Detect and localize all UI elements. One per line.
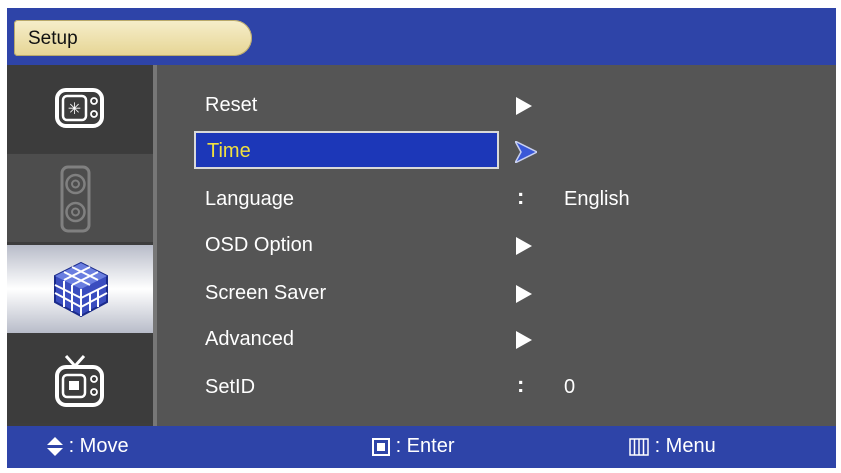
menu-item-reset[interactable]: Reset — [205, 94, 257, 117]
menu-hint-text: : Menu — [654, 435, 716, 457]
sidebar-item-tv[interactable] — [7, 335, 153, 423]
enter-hint: : Enter — [372, 435, 454, 458]
arrow-right-icon — [516, 97, 532, 115]
svg-text:✳: ✳ — [68, 99, 81, 118]
sidebar-item-picture[interactable]: ✳ — [7, 65, 153, 153]
colon-separator: : — [517, 184, 525, 209]
tv-icon — [55, 354, 104, 407]
menu-item-screen-saver[interactable]: Screen Saver — [205, 282, 326, 305]
up-down-arrow-icon — [47, 436, 63, 456]
title-tab: Setup — [14, 20, 252, 56]
page-title: Setup — [28, 28, 78, 49]
language-value: English — [564, 188, 630, 210]
menu-hint: : Menu — [629, 435, 716, 458]
colon-separator: : — [517, 372, 525, 397]
osd-window: Setup ✳ Reset Time Language: English OS… — [7, 8, 836, 468]
menu-item-osd-option[interactable]: OSD Option — [205, 234, 313, 257]
picture-settings-icon: ✳ — [55, 88, 104, 128]
arrow-right-selected-icon — [515, 141, 537, 163]
footer-hints: : Move : Enter : Menu — [7, 426, 836, 468]
move-hint-text: : Move — [68, 435, 129, 457]
arrow-right-icon — [516, 237, 532, 255]
menu-item-setid[interactable]: SetID — [205, 376, 255, 399]
menu-item-label: Time — [207, 140, 251, 162]
menu-bars-icon — [629, 437, 649, 456]
speaker-icon — [60, 165, 91, 233]
sidebar-divider — [153, 65, 157, 426]
menu-item-time[interactable]: Time — [194, 131, 499, 169]
sidebar-item-setup[interactable] — [7, 245, 153, 333]
category-sidebar: ✳ — [7, 65, 153, 426]
arrow-right-icon — [516, 331, 532, 349]
move-hint: : Move — [47, 435, 129, 458]
enter-hint-text: : Enter — [395, 435, 455, 457]
setid-value: 0 — [564, 376, 576, 398]
menu-item-language[interactable]: Language — [205, 188, 294, 211]
arrow-right-icon — [516, 285, 532, 303]
menu-item-advanced[interactable]: Advanced — [205, 328, 294, 351]
cube-setup-icon — [54, 261, 108, 318]
enter-square-icon — [372, 437, 390, 456]
sidebar-item-audio[interactable] — [7, 154, 153, 242]
title-bar: Setup — [7, 8, 836, 65]
